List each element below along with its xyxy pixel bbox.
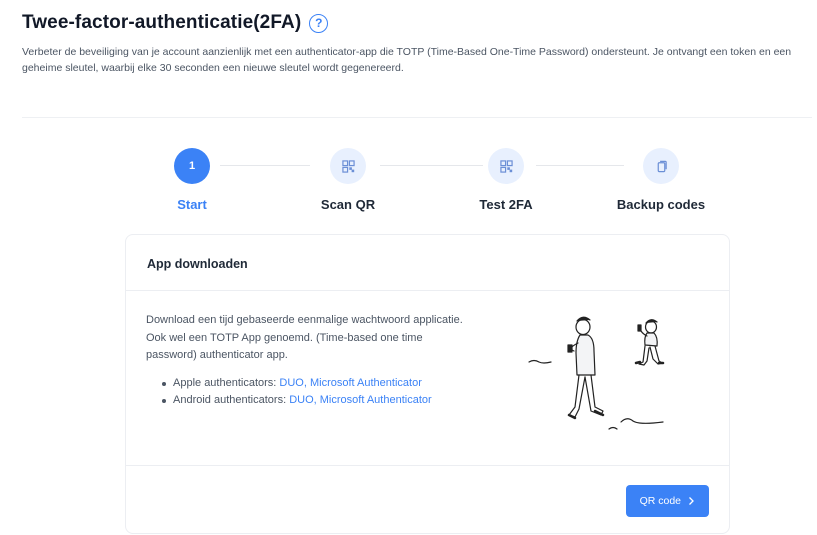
section-divider (22, 117, 812, 118)
authenticator-list: Apple authenticators: DUO, Microsoft Aut… (162, 375, 466, 410)
card-title: App downloaden (126, 235, 729, 291)
card-body: Download een tijd gebaseerde eenmalige w… (126, 291, 729, 466)
list-item-apple: Apple authenticators: DUO, Microsoft Aut… (162, 375, 466, 393)
page-header: Twee-factor-authenticatie(2FA) ? Verbete… (22, 12, 812, 76)
card-text-block: Download een tijd gebaseerde eenmalige w… (146, 312, 466, 410)
qr-code-button-label: QR code (639, 495, 681, 507)
step-scan-qr[interactable]: Scan QR (288, 148, 408, 212)
people-using-phones-illustration (521, 305, 681, 430)
step-start[interactable]: 1 Start (132, 148, 252, 212)
step-backup-codes[interactable]: Backup codes (601, 148, 721, 212)
step-label: Start (177, 197, 207, 212)
step-label: Backup codes (616, 197, 706, 212)
apple-prefix: Apple authenticators: (173, 376, 280, 389)
qr-code-button[interactable]: QR code (625, 485, 709, 517)
android-duo-link[interactable]: DUO (289, 394, 313, 406)
qr-code-icon (488, 148, 524, 184)
list-item-android: Android authenticators: DUO, Microsoft A… (162, 392, 466, 410)
android-prefix: Android authenticators: (173, 394, 290, 406)
apple-microsoft-link[interactable]: Microsoft Authenticator (310, 377, 422, 389)
step-test-2fa[interactable]: Test 2FA (446, 148, 566, 212)
page-description: Verbeter de beveiliging van je account a… (22, 46, 792, 74)
android-microsoft-link[interactable]: Microsoft Authenticator (320, 394, 432, 406)
step-number: 1 (174, 148, 210, 184)
copy-icon (643, 148, 679, 184)
qr-code-icon (330, 148, 366, 184)
apple-duo-link[interactable]: DUO (279, 377, 303, 389)
title-row: Twee-factor-authenticatie(2FA) ? (22, 12, 812, 34)
stepper: 1 Start Scan QR Test 2FA Backup codes (150, 148, 730, 218)
page-title: Twee-factor-authenticatie(2FA) (22, 12, 302, 33)
question-circle-icon[interactable]: ? (309, 13, 329, 33)
step-label: Scan QR (320, 197, 376, 212)
card-body-text: Download een tijd gebaseerde eenmalige w… (146, 314, 463, 361)
card-footer: QR code (126, 466, 729, 534)
step-label: Test 2FA (479, 197, 533, 212)
chevron-right-icon (689, 497, 694, 505)
download-card: App downloaden Download een tijd gebasee… (125, 234, 730, 534)
